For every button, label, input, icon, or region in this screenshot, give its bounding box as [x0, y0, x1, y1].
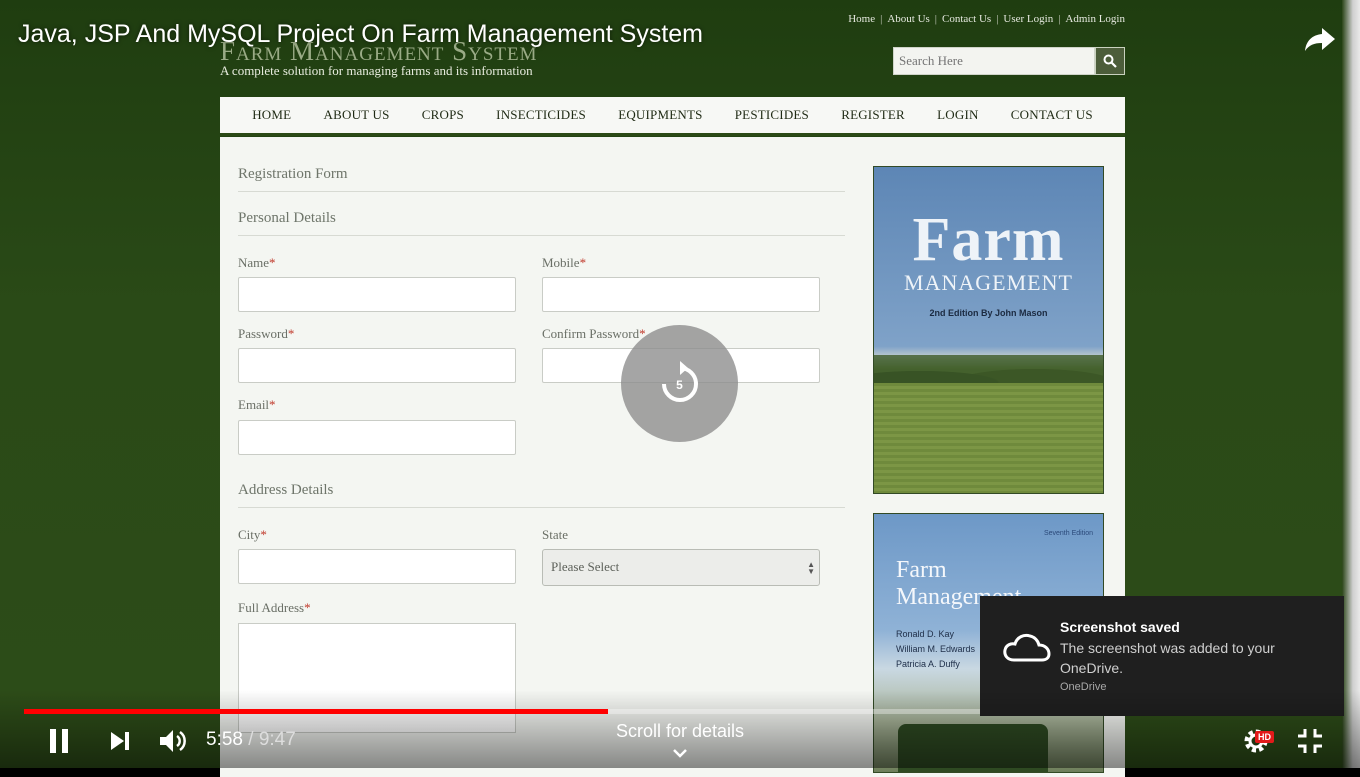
search-button[interactable] — [1095, 47, 1125, 75]
name-label: Name* — [238, 255, 276, 270]
main-nav: HOME ABOUT US CROPS INSECTICIDES EQUIPME… — [220, 97, 1125, 136]
site-tagline: A complete solution for managing farms a… — [220, 63, 533, 78]
page-scrollbar[interactable] — [1342, 0, 1360, 768]
email-label: Email* — [238, 397, 276, 412]
book-edition: Seventh Edition — [1043, 530, 1093, 537]
volume-button[interactable] — [156, 725, 190, 757]
next-icon — [111, 732, 129, 750]
volume-icon — [160, 730, 186, 752]
duration: 9:47 — [258, 729, 296, 750]
current-time: 5:58 — [206, 729, 243, 750]
full-address-label: Full Address* — [238, 600, 311, 615]
video-title[interactable]: Java, JSP And MySQL Project On Farm Mana… — [18, 20, 703, 49]
mobile-label: Mobile* — [542, 255, 587, 270]
nav-about-us[interactable]: ABOUT US — [324, 107, 390, 123]
nav-contact-us[interactable]: CONTACT US — [1011, 107, 1093, 123]
email-field[interactable] — [238, 420, 516, 455]
state-select-value: Please Select — [551, 559, 620, 574]
personal-details-heading: Personal Details — [238, 210, 336, 226]
top-link-home[interactable]: Home — [848, 13, 875, 25]
book-authors: Ronald D. Kay William M. Edwards Patrici… — [896, 629, 976, 669]
state-select[interactable]: Please Select ▲ ▼ — [542, 549, 820, 586]
top-link-admin-login[interactable]: Admin Login — [1065, 13, 1125, 25]
nav-equipments[interactable]: EQUIPMENTS — [618, 107, 702, 123]
city-label: City* — [238, 527, 267, 542]
nav-pesticides[interactable]: PESTICIDES — [735, 107, 809, 123]
state-label: State — [542, 527, 568, 542]
city-field[interactable] — [238, 549, 516, 584]
address-details-heading: Address Details — [238, 482, 334, 498]
pause-button[interactable] — [44, 725, 74, 757]
pause-icon — [50, 729, 68, 753]
chevron-down-icon[interactable] — [670, 746, 690, 760]
top-link-about[interactable]: About Us — [887, 13, 929, 25]
divider — [238, 191, 845, 192]
exit-fullscreen-button[interactable] — [1294, 725, 1326, 757]
book-edition: 2nd Edition By John Mason — [929, 308, 1048, 318]
book-subtitle: MANAGEMENT — [904, 270, 1073, 295]
select-arrows-icon: ▲ ▼ — [807, 560, 815, 576]
name-field[interactable] — [238, 277, 516, 312]
scroll-for-details[interactable]: Scroll for details — [580, 721, 780, 742]
password-field[interactable] — [238, 348, 516, 383]
exit-fullscreen-icon — [1298, 729, 1322, 753]
nav-login[interactable]: LOGIN — [937, 107, 978, 123]
nav-insecticides[interactable]: INSECTICIDES — [496, 107, 586, 123]
farm-management-book-cover: Farm MANAGEMENT 2nd Edition By John Maso… — [873, 166, 1104, 494]
share-icon[interactable] — [1302, 20, 1338, 56]
nav-register[interactable]: REGISTER — [841, 107, 905, 123]
search-input[interactable] — [893, 47, 1096, 75]
hd-badge: HD — [1255, 731, 1274, 743]
toast-body: The screenshot was added to your OneDriv… — [1060, 640, 1275, 676]
search-icon — [1103, 54, 1117, 68]
book-title: Farm — [912, 206, 1065, 274]
tree-line — [874, 355, 1103, 383]
wheat-field — [874, 383, 1103, 493]
progress-bar[interactable] — [24, 709, 980, 714]
confirm-password-label: Confirm Password* — [542, 326, 646, 341]
replay-5s-button[interactable]: 5 — [621, 325, 738, 442]
password-label: Password* — [238, 326, 295, 341]
cloud-icon — [1003, 633, 1051, 662]
replay-seconds: 5 — [676, 378, 683, 392]
divider — [238, 507, 845, 508]
time-display: 5:58 / 9:47 — [206, 729, 296, 750]
next-button[interactable] — [106, 725, 134, 757]
mobile-field[interactable] — [542, 277, 820, 312]
progress-played — [24, 709, 609, 714]
toast-title: Screenshot saved — [1060, 619, 1180, 635]
form-title: Registration Form — [238, 166, 348, 182]
divider — [238, 235, 845, 236]
top-link-contact[interactable]: Contact Us — [942, 13, 991, 25]
nav-crops[interactable]: CROPS — [422, 107, 464, 123]
nav-home[interactable]: HOME — [252, 107, 291, 123]
top-link-user-login[interactable]: User Login — [1003, 13, 1053, 25]
top-links: Home | About Us | Contact Us | User Login | Admi… — [848, 13, 1125, 25]
search-box — [893, 47, 1125, 75]
